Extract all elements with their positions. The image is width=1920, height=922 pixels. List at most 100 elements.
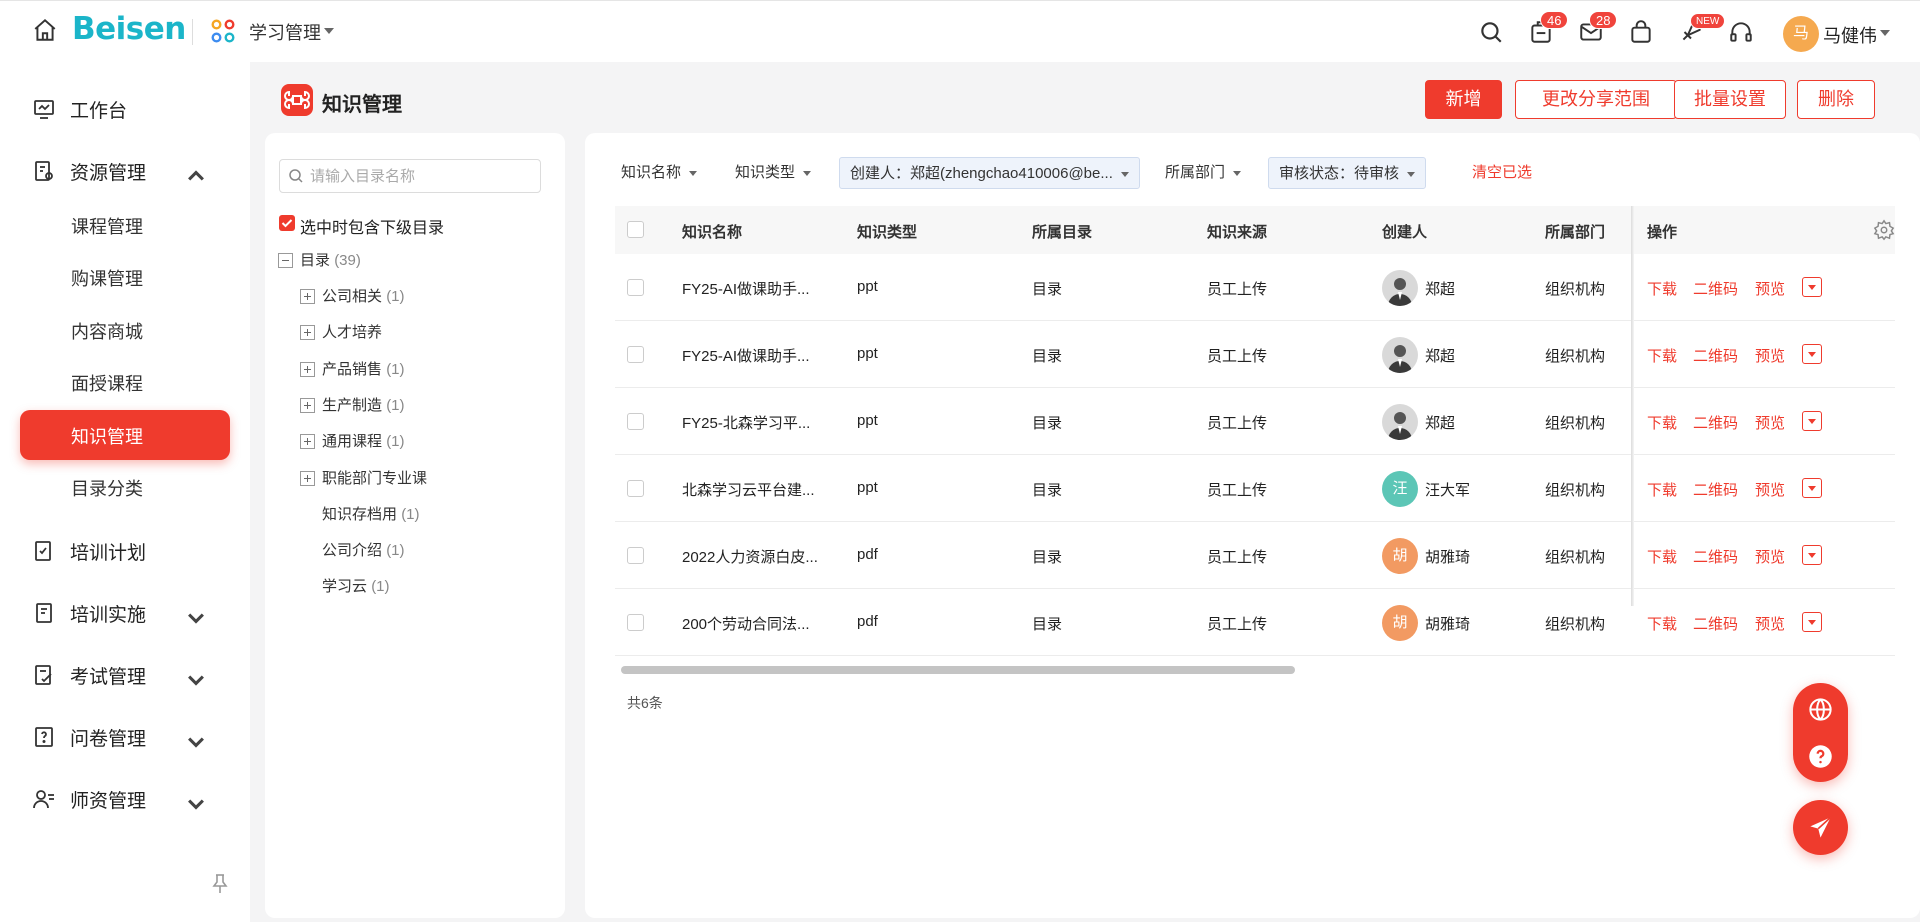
user-avatar[interactable]: 马 (1783, 16, 1819, 52)
expand-icon[interactable] (300, 434, 315, 449)
filter-type[interactable]: 知识类型 (735, 157, 812, 189)
chevron-down-icon[interactable] (324, 28, 334, 34)
catalog-search-input[interactable] (310, 167, 530, 185)
chevron-down-icon[interactable] (1880, 30, 1890, 36)
column-header[interactable]: 知识来源 (1207, 221, 1267, 242)
apps-icon[interactable] (210, 18, 236, 44)
row-checkbox[interactable] (627, 614, 644, 631)
expand-icon[interactable] (300, 398, 315, 413)
tree-node[interactable]: 公司介绍 (1) (322, 541, 405, 561)
tree-node[interactable]: 人才培养 (322, 323, 382, 343)
sidebar-item-plan[interactable]: 培训计划 (32, 531, 222, 571)
sidebar-item-mall[interactable]: 内容商城 (71, 318, 143, 344)
table-row[interactable]: 200个劳动合同法... pdf 目录 员工上传 胡 胡雅琦 组织机构 下载 二… (615, 589, 1895, 656)
expand-icon[interactable] (300, 325, 315, 340)
qrcode-link[interactable]: 二维码 (1693, 412, 1738, 433)
download-link[interactable]: 下载 (1647, 412, 1677, 433)
download-link[interactable]: 下载 (1647, 278, 1677, 299)
filter-status[interactable]: 审核状态：待审核 (1268, 157, 1427, 189)
column-header[interactable]: 知识名称 (682, 221, 742, 242)
row-checkbox[interactable] (627, 413, 644, 430)
expand-icon[interactable] (300, 471, 315, 486)
download-link[interactable]: 下载 (1647, 345, 1677, 366)
download-link[interactable]: 下载 (1647, 479, 1677, 500)
tree-node[interactable]: 职能部门专业课 (322, 469, 427, 489)
globe-icon[interactable] (1807, 696, 1834, 723)
table-row[interactable]: 北森学习云平台建... ppt 目录 员工上传 汪 汪大军 组织机构 下载 二维… (615, 455, 1895, 522)
knowledge-name[interactable]: 200个劳动合同法... (682, 613, 810, 634)
sidebar-item-implement[interactable]: 培训实施 (32, 593, 222, 633)
more-actions-button[interactable] (1802, 612, 1822, 632)
column-header[interactable]: 创建人 (1382, 221, 1427, 242)
tree-node[interactable]: 公司相关 (1) (322, 287, 405, 307)
add-button[interactable]: 新增 (1425, 80, 1502, 119)
row-checkbox[interactable] (627, 346, 644, 363)
table-row[interactable]: FY25-AI做课助手... ppt 目录 员工上传 郑超 组织机构 下载 二维… (615, 254, 1895, 321)
delete-button[interactable]: 删除 (1797, 80, 1875, 119)
pin-icon[interactable] (210, 872, 230, 896)
tree-node[interactable]: 产品销售 (1) (322, 360, 405, 380)
sidebar-item-teacher[interactable]: 师资管理 (32, 779, 222, 819)
sidebar-item-offline-course[interactable]: 面授课程 (71, 370, 143, 396)
preview-link[interactable]: 预览 (1755, 412, 1785, 433)
bag-icon[interactable] (1628, 19, 1654, 45)
preview-link[interactable]: 预览 (1755, 278, 1785, 299)
batch-settings-button[interactable]: 批量设置 (1674, 80, 1786, 119)
catalog-search[interactable] (279, 159, 541, 193)
sidebar-item-label[interactable]: 知识管理 (71, 423, 143, 449)
knowledge-name[interactable]: FY25-北森学习平... (682, 412, 810, 433)
table-row[interactable]: FY25-AI做课助手... ppt 目录 员工上传 郑超 组织机构 下载 二维… (615, 321, 1895, 388)
tree-node[interactable]: 通用课程 (1) (322, 432, 405, 452)
horizontal-scrollbar[interactable] (621, 666, 1295, 674)
include-sub-label[interactable]: 选中时包含下级目录 (300, 214, 444, 238)
app-switcher-label[interactable]: 学习管理 (249, 19, 321, 45)
row-checkbox[interactable] (627, 547, 644, 564)
qrcode-link[interactable]: 二维码 (1693, 546, 1738, 567)
row-checkbox[interactable] (627, 279, 644, 296)
include-sub-checkbox[interactable] (279, 215, 295, 231)
sidebar-item-survey[interactable]: 问卷管理 (32, 717, 222, 757)
table-row[interactable]: FY25-北森学习平... ppt 目录 员工上传 郑超 组织机构 下载 二维码… (615, 388, 1895, 455)
send-button[interactable] (1793, 800, 1848, 855)
download-link[interactable]: 下载 (1647, 613, 1677, 634)
preview-link[interactable]: 预览 (1755, 345, 1785, 366)
column-header[interactable]: 所属目录 (1032, 221, 1092, 242)
qrcode-link[interactable]: 二维码 (1693, 613, 1738, 634)
home-icon[interactable] (32, 17, 58, 43)
tree-node[interactable]: 学习云 (1) (322, 577, 390, 597)
sidebar-item-workbench[interactable]: 工作台 (32, 89, 222, 129)
sidebar-item-purchase[interactable]: 购课管理 (71, 265, 143, 291)
filter-name[interactable]: 知识名称 (621, 157, 698, 189)
column-header[interactable]: 所属部门 (1545, 221, 1605, 242)
sidebar-item-courses[interactable]: 课程管理 (71, 213, 143, 239)
change-share-scope-button[interactable]: 更改分享范围 (1515, 80, 1677, 119)
help-icon[interactable] (1807, 743, 1834, 770)
more-actions-button[interactable] (1802, 545, 1822, 565)
collapse-icon[interactable] (278, 253, 293, 268)
qrcode-link[interactable]: 二维码 (1693, 345, 1738, 366)
row-checkbox[interactable] (627, 480, 644, 497)
knowledge-name[interactable]: 北森学习云平台建... (682, 479, 815, 500)
qrcode-link[interactable]: 二维码 (1693, 278, 1738, 299)
preview-link[interactable]: 预览 (1755, 546, 1785, 567)
column-header[interactable]: 知识类型 (857, 221, 917, 242)
knowledge-name[interactable]: FY25-AI做课助手... (682, 278, 810, 299)
table-row[interactable]: 2022人力资源白皮... pdf 目录 员工上传 胡 胡雅琦 组织机构 下载 … (615, 522, 1895, 589)
knowledge-name[interactable]: FY25-AI做课助手... (682, 345, 810, 366)
more-actions-button[interactable] (1802, 478, 1822, 498)
sidebar-item-resource[interactable]: 资源管理 (32, 151, 222, 191)
qrcode-link[interactable]: 二维码 (1693, 479, 1738, 500)
download-link[interactable]: 下载 (1647, 546, 1677, 567)
tree-node-root[interactable]: 目录 (39) (300, 251, 361, 271)
clear-filters-link[interactable]: 清空已选 (1472, 157, 1532, 189)
sidebar-item-exam[interactable]: 考试管理 (32, 655, 222, 695)
preview-link[interactable]: 预览 (1755, 613, 1785, 634)
expand-icon[interactable] (300, 362, 315, 377)
tree-node[interactable]: 生产制造 (1) (322, 396, 405, 416)
more-actions-button[interactable] (1802, 411, 1822, 431)
filter-dept[interactable]: 所属部门 (1165, 157, 1242, 189)
preview-link[interactable]: 预览 (1755, 479, 1785, 500)
more-actions-button[interactable] (1802, 344, 1822, 364)
beisen-logo[interactable]: Beisen (72, 11, 186, 47)
user-name[interactable]: 马健伟 (1823, 22, 1877, 48)
